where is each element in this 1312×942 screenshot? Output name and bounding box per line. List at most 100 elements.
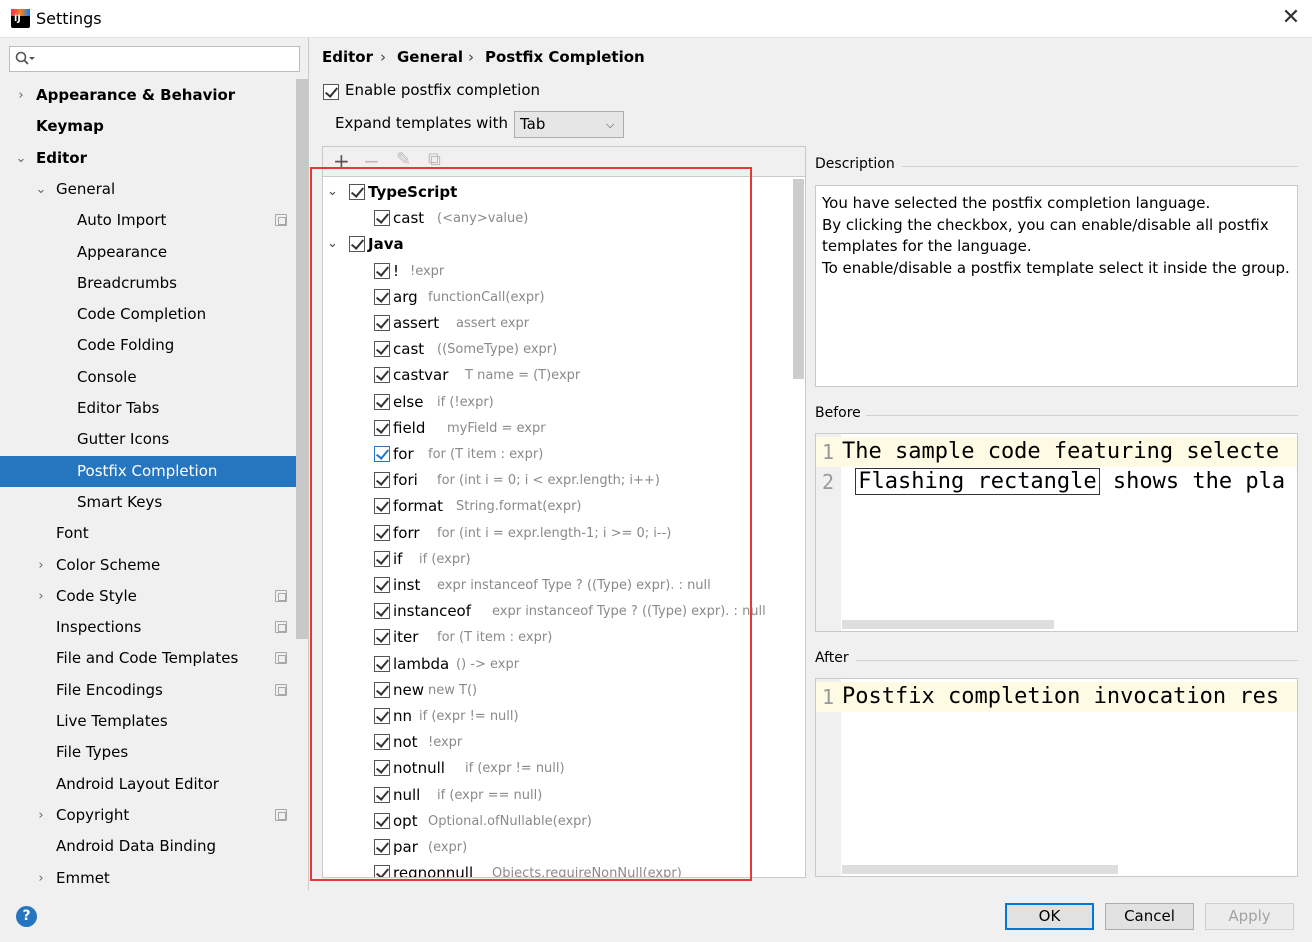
search-input[interactable] xyxy=(9,46,300,72)
template-checkbox[interactable] xyxy=(374,760,390,777)
template-checkbox[interactable] xyxy=(374,419,390,436)
template-row[interactable]: null if (expr == null) xyxy=(323,783,793,807)
template-checkbox[interactable] xyxy=(374,498,390,515)
copy-icon[interactable]: ⧉ xyxy=(428,149,441,170)
template-row[interactable]: format String.format(expr) xyxy=(323,494,793,518)
sidebar-item-code-folding[interactable]: Code Folding xyxy=(0,330,296,361)
expand-templates-select[interactable]: Tab ⌵ xyxy=(514,111,624,138)
template-row[interactable]: fori for (int i = 0; i < expr.length; i++… xyxy=(323,468,793,492)
template-row[interactable]: castvar T name = (T)expr xyxy=(323,363,793,387)
template-row[interactable]: lambda () -> expr xyxy=(323,652,793,676)
sidebar-item-general[interactable]: ⌄ General xyxy=(0,174,296,205)
template-checkbox[interactable] xyxy=(374,865,390,877)
template-checkbox[interactable] xyxy=(374,603,390,620)
sidebar-item-breadcrumbs[interactable]: Breadcrumbs xyxy=(0,268,296,299)
chevron-down-icon[interactable]: ⌄ xyxy=(327,232,338,256)
template-checkbox[interactable] xyxy=(374,786,390,803)
template-row[interactable]: par (expr) xyxy=(323,835,793,859)
sidebar-item-file-and-code-templates[interactable]: File and Code Templates xyxy=(0,643,296,674)
template-row[interactable]: forr for (int i = expr.length-1; i >= 0; … xyxy=(323,521,793,545)
sidebar-item-inspections[interactable]: Inspections xyxy=(0,612,296,643)
sidebar-item-code-style[interactable]: › Code Style xyxy=(0,581,296,612)
edit-icon[interactable]: ✎ xyxy=(396,149,411,170)
template-checkbox[interactable] xyxy=(374,446,390,462)
template-checkbox[interactable] xyxy=(374,681,390,698)
sidebar-item-keymap[interactable]: Keymap xyxy=(0,111,296,142)
chevron-right-icon[interactable]: › xyxy=(34,581,48,612)
template-checkbox[interactable] xyxy=(374,367,390,384)
template-row[interactable]: inst expr instanceof Type ? ((Type) expr)… xyxy=(323,573,793,597)
template-row[interactable]: opt Optional.ofNullable(expr) xyxy=(323,809,793,833)
template-group-java[interactable]: ⌄ Java xyxy=(323,232,793,256)
enable-postfix-label[interactable]: Enable postfix completion xyxy=(345,81,540,99)
template-checkbox[interactable] xyxy=(374,734,390,751)
chevron-right-icon[interactable]: › xyxy=(14,80,28,111)
group-checkbox[interactable] xyxy=(349,236,365,253)
sidebar-item-editor-tabs[interactable]: Editor Tabs xyxy=(0,393,296,424)
template-row[interactable]: cast (<any>value) xyxy=(323,206,793,230)
template-checkbox[interactable] xyxy=(374,629,390,646)
close-icon[interactable]: ✕ xyxy=(1278,5,1304,31)
template-row[interactable]: assert assert expr xyxy=(323,311,793,335)
template-row[interactable]: field myField = expr xyxy=(323,416,793,440)
horizontal-scrollbar[interactable] xyxy=(842,865,1118,874)
add-icon[interactable]: + xyxy=(333,149,350,173)
template-list-scrollbar[interactable] xyxy=(793,179,804,379)
enable-postfix-checkbox[interactable] xyxy=(323,82,339,102)
before-code-editor[interactable]: 1 The sample code featuring selecte 2 Fl… xyxy=(815,433,1298,632)
template-row[interactable]: not !expr xyxy=(323,730,793,754)
template-checkbox[interactable] xyxy=(374,655,390,672)
remove-icon[interactable]: − xyxy=(363,149,380,173)
template-checkbox[interactable] xyxy=(374,210,390,227)
sidebar-item-postfix-completion[interactable]: Postfix Completion xyxy=(0,455,296,487)
sidebar-item-console[interactable]: Console xyxy=(0,362,296,393)
chevron-down-icon[interactable]: ⌄ xyxy=(327,180,338,204)
sidebar-item-android-layout-editor[interactable]: Android Layout Editor xyxy=(0,769,296,800)
horizontal-scrollbar[interactable] xyxy=(842,620,1054,629)
template-checkbox[interactable] xyxy=(374,812,390,829)
sidebar-item-font[interactable]: Font xyxy=(0,518,296,549)
chevron-right-icon[interactable]: › xyxy=(34,550,48,581)
sidebar-item-live-templates[interactable]: Live Templates xyxy=(0,706,296,737)
ok-button[interactable]: OK xyxy=(1005,903,1094,930)
sidebar-item-android-data-binding[interactable]: Android Data Binding xyxy=(0,831,296,862)
sidebar-item-file-types[interactable]: File Types xyxy=(0,737,296,768)
template-row[interactable]: iter for (T item : expr) xyxy=(323,625,793,649)
sidebar-item-auto-import[interactable]: Auto Import xyxy=(0,205,296,236)
cancel-button[interactable]: Cancel xyxy=(1105,903,1194,930)
help-icon[interactable]: ? xyxy=(16,906,37,927)
template-row[interactable]: else if (!expr) xyxy=(323,390,793,414)
template-row[interactable]: nn if (expr != null) xyxy=(323,704,793,728)
template-group-typescript[interactable]: ⌄ TypeScript xyxy=(323,180,793,204)
chevron-down-icon[interactable]: ⌄ xyxy=(34,174,48,205)
template-checkbox[interactable] xyxy=(374,577,390,593)
sidebar-item-emmet[interactable]: › Emmet xyxy=(0,863,296,891)
template-checkbox[interactable] xyxy=(374,262,390,279)
template-checkbox[interactable] xyxy=(374,393,390,410)
template-row[interactable]: reqnonnull Objects.requireNonNull(expr) xyxy=(323,861,793,877)
sidebar-scrollbar[interactable] xyxy=(296,79,308,639)
template-row[interactable]: for for (T item : expr) xyxy=(323,442,793,466)
template-checkbox[interactable] xyxy=(374,288,390,305)
template-row[interactable]: arg functionCall(expr) xyxy=(323,285,793,309)
apply-button[interactable]: Apply xyxy=(1205,903,1294,930)
sidebar-item-file-encodings[interactable]: File Encodings xyxy=(0,675,296,706)
template-checkbox[interactable] xyxy=(374,839,390,855)
template-checkbox[interactable] xyxy=(374,550,390,567)
sidebar-item-appearance-behavior[interactable]: › Appearance & Behavior xyxy=(0,80,296,111)
template-row[interactable]: if if (expr) xyxy=(323,547,793,571)
sidebar-item-copyright[interactable]: › Copyright xyxy=(0,800,296,831)
template-row[interactable]: notnull if (expr != null) xyxy=(323,756,793,780)
sidebar-item-editor[interactable]: ⌄ Editor xyxy=(0,143,296,174)
sidebar-item-smart-keys[interactable]: Smart Keys xyxy=(0,487,296,518)
chevron-right-icon[interactable]: › xyxy=(34,863,48,891)
template-row[interactable]: ! !expr xyxy=(323,259,793,283)
template-row[interactable]: new new T() xyxy=(323,678,793,702)
template-checkbox[interactable] xyxy=(374,341,390,358)
chevron-down-icon[interactable]: ⌄ xyxy=(14,143,28,174)
template-row[interactable]: instanceof expr instanceof Type ? ((Type)… xyxy=(323,599,793,623)
sidebar-item-color-scheme[interactable]: › Color Scheme xyxy=(0,550,296,581)
template-checkbox[interactable] xyxy=(374,708,390,724)
after-code-editor[interactable]: 1 Postfix completion invocation res xyxy=(815,678,1298,877)
template-checkbox[interactable] xyxy=(374,524,390,541)
